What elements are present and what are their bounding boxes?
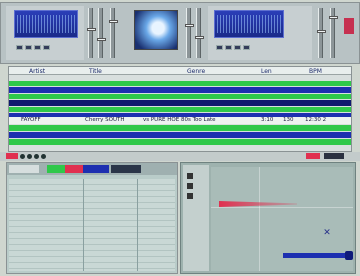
x-marker-icon[interactable]: ✕ [323, 229, 331, 238]
blue-handle[interactable] [345, 251, 353, 260]
left-volume-fader[interactable] [97, 8, 106, 58]
table-row[interactable] [9, 139, 351, 145]
left-pitch-fader[interactable] [87, 8, 96, 58]
cell-time: 3:10 [261, 117, 274, 123]
fader-knob[interactable] [329, 16, 338, 19]
play-icon[interactable] [216, 45, 223, 50]
fader-knob[interactable] [109, 20, 118, 23]
record-icon-right[interactable] [306, 153, 320, 159]
fader-knob[interactable] [185, 24, 194, 27]
browser-column-divider [83, 179, 84, 271]
table-row[interactable] [9, 81, 351, 86]
browser-tabs [7, 163, 177, 175]
playlist-toolbar [0, 152, 360, 161]
loop-icon[interactable] [234, 45, 241, 50]
browser-tab[interactable] [111, 165, 141, 173]
col-title[interactable]: Title [89, 68, 102, 75]
cell-bpm: 130 [283, 117, 294, 123]
playlist-header: Artist Title Genre Len BPM [9, 67, 351, 75]
effect-icon[interactable] [187, 193, 193, 199]
fader-knob[interactable] [97, 38, 106, 41]
effects-sidebar [183, 165, 209, 271]
right-deck-display [214, 10, 284, 38]
table-row[interactable] [9, 107, 351, 112]
table-row[interactable] [9, 125, 351, 131]
top-right-marker [344, 18, 354, 34]
fader-knob[interactable] [317, 30, 326, 33]
right-gain-fader[interactable] [185, 8, 194, 58]
grid-vertical [259, 167, 260, 271]
effects-canvas[interactable]: ✕ [211, 167, 353, 271]
left-deck-waveform [17, 15, 75, 33]
table-row[interactable] [9, 87, 351, 93]
right-pitch-fader[interactable] [317, 8, 326, 58]
sync-icon[interactable] [43, 45, 50, 50]
left-deck-controls [16, 44, 76, 52]
table-row[interactable] [9, 100, 351, 106]
loop-icon[interactable] [34, 45, 41, 50]
blue-envelope[interactable] [283, 253, 349, 258]
tool-icon[interactable] [27, 154, 32, 159]
browser-column-divider [137, 179, 138, 271]
left-deck-display [14, 10, 78, 38]
browser-tab[interactable] [9, 165, 39, 173]
sync-icon[interactable] [243, 45, 250, 50]
record-icon[interactable] [6, 153, 18, 159]
left-gain-fader[interactable] [109, 8, 118, 58]
col-bpm[interactable]: BPM [309, 68, 322, 75]
grid-horizontal [211, 207, 353, 208]
table-row-selected[interactable]: FAYOFF Cherry SOUTH vs PURE HOE 80s Too … [9, 117, 351, 124]
cue-icon[interactable] [225, 45, 232, 50]
play-icon[interactable] [16, 45, 23, 50]
table-row[interactable] [9, 132, 351, 138]
cell-artist: FAYOFF [21, 117, 41, 123]
table-row[interactable] [9, 94, 351, 99]
right-deck-waveform [217, 15, 281, 33]
center-artwork [134, 10, 178, 50]
col-genre[interactable]: Genre [187, 68, 205, 75]
tool-icon[interactable] [41, 154, 46, 159]
col-len[interactable]: Len [261, 68, 272, 75]
right-deck-controls [216, 44, 276, 52]
fader-knob[interactable] [195, 36, 204, 39]
col-artist[interactable]: Artist [29, 68, 45, 75]
right-master-fader[interactable] [329, 8, 338, 58]
file-browser [6, 162, 178, 274]
playlist-panel: Artist Title Genre Len BPM FAYOFF Cherry… [8, 66, 352, 152]
tool-icon[interactable] [20, 154, 25, 159]
right-volume-fader[interactable] [195, 8, 204, 58]
browser-list [9, 179, 175, 271]
cell-album: vs PURE HOE [143, 117, 180, 123]
cell-genre: 80s Too Late [181, 117, 216, 123]
effects-panel: ✕ [180, 162, 356, 274]
browser-tab[interactable] [47, 165, 65, 173]
effect-icon[interactable] [187, 173, 193, 179]
browser-tab[interactable] [83, 165, 109, 173]
cell-title: Cherry SOUTH [85, 117, 125, 123]
fader-knob[interactable] [87, 28, 96, 31]
cell-extra: 12:30 2 [305, 117, 327, 123]
cue-icon[interactable] [25, 45, 32, 50]
effect-icon[interactable] [187, 183, 193, 189]
tool-icon[interactable] [34, 154, 39, 159]
tool-icon[interactable] [324, 153, 344, 159]
browser-tab[interactable] [65, 165, 83, 173]
